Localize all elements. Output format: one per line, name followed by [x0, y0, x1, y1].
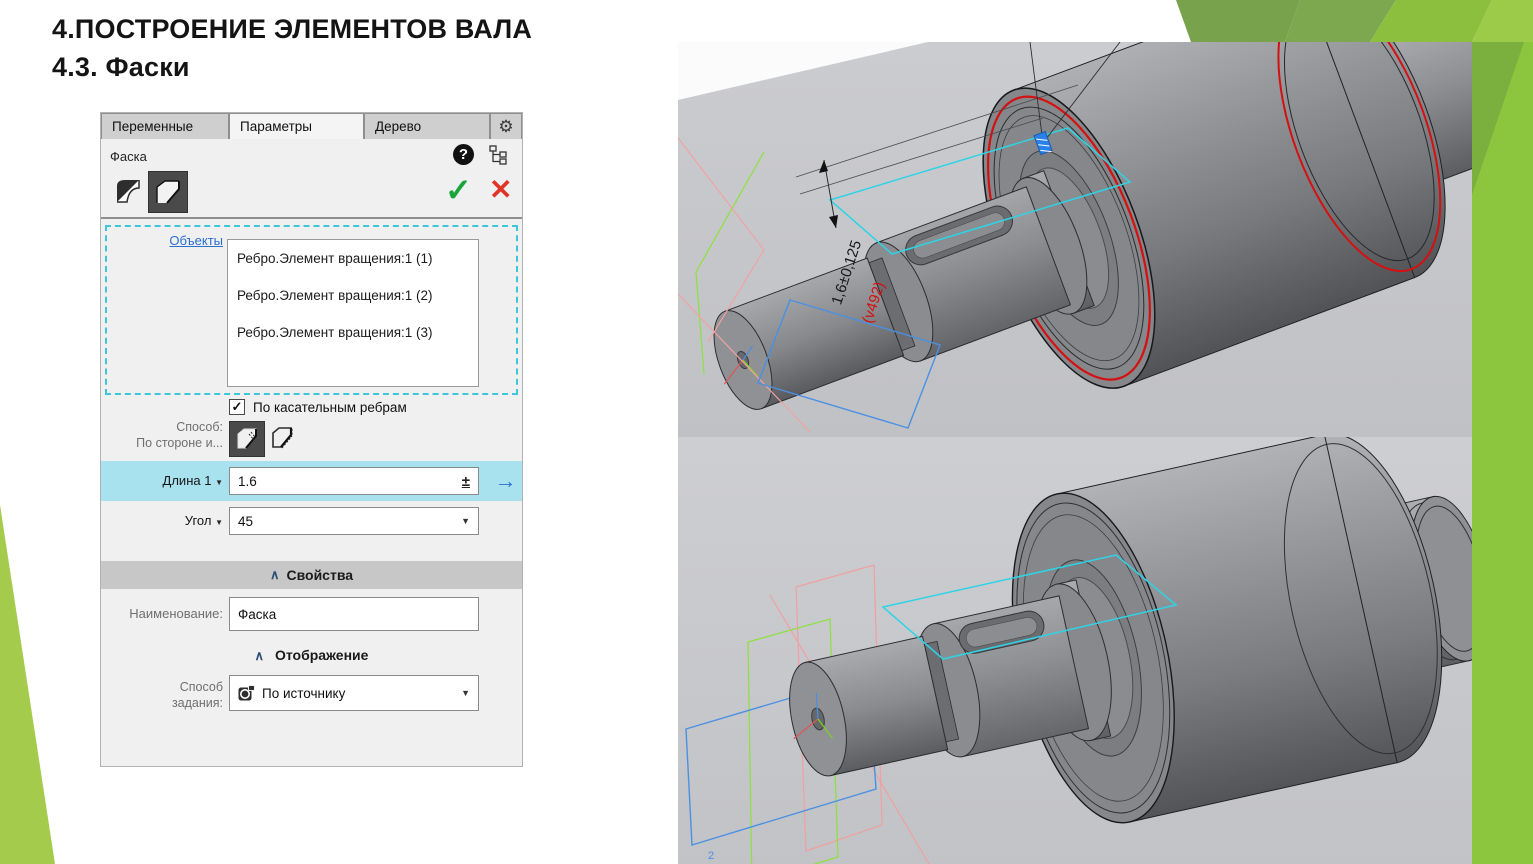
panel-tabbar: Переменные Параметры Дерево ⚙ [101, 113, 522, 139]
collapse-icon: ∧ [270, 567, 280, 583]
apply-button[interactable]: ✓ [445, 171, 472, 209]
angle-label[interactable]: Угол ▼ [101, 513, 223, 528]
tab-settings[interactable]: ⚙ [490, 113, 522, 139]
help-button[interactable]: ? [453, 144, 474, 165]
chamfer-flat-icon [153, 177, 183, 207]
method-side-length-button[interactable] [229, 421, 265, 457]
name-label: Наименование: [101, 606, 223, 621]
assign-method-label: Способ задания: [101, 679, 223, 711]
method-two-lengths-icon [269, 425, 295, 451]
method-side-length-icon [234, 426, 260, 452]
cancel-button[interactable]: ✕ [489, 173, 512, 206]
objects-link[interactable]: Объекты [119, 233, 223, 248]
method-label: Способ: По стороне и... [101, 419, 223, 451]
chamfer-smooth-icon [113, 176, 143, 206]
title-line-1: 4.ПОСТРОЕНИЕ ЭЛЕМЕНТОВ ВАЛА [52, 10, 532, 48]
gear-icon: ⚙ [498, 117, 513, 137]
arrow-right-icon: → [495, 468, 517, 494]
length-label[interactable]: Длина 1 ▼ [101, 473, 223, 488]
operation-name: Фаска [110, 149, 147, 164]
assign-method-dropdown[interactable]: По источнику ▼ [229, 675, 479, 711]
list-item[interactable]: Ребро.Элемент вращения:1 (2) [228, 277, 478, 314]
chevron-down-icon: ▼ [461, 688, 470, 698]
viewport-3d-selected[interactable]: 1,6±0,125 (v492) [678, 42, 1472, 437]
tab-tree[interactable]: Дерево [364, 113, 490, 139]
structure-button[interactable] [489, 145, 509, 165]
chamfer-mode-flat-button[interactable] [148, 171, 188, 213]
plusminus-icon[interactable]: ± [462, 473, 470, 490]
check-icon: ✓ [445, 172, 472, 208]
chevron-down-icon: ▼ [461, 516, 470, 526]
viewport-3d-result[interactable]: 2 [678, 437, 1472, 864]
chamfer-mode-smooth-button[interactable] [109, 171, 147, 211]
checkbox-check-icon: ✓ [232, 399, 243, 414]
list-item[interactable]: Ребро.Элемент вращения:1 (1) [228, 240, 478, 277]
by-source-icon [238, 685, 255, 702]
list-item[interactable]: Ребро.Элемент вращения:1 (3) [228, 314, 478, 351]
chevron-down-icon: ▼ [215, 518, 223, 527]
tab-variables[interactable]: Переменные [101, 113, 229, 139]
collapse-icon: ∧ [255, 648, 265, 663]
name-input[interactable]: Фаска [229, 597, 479, 631]
parameters-panel: Переменные Параметры Дерево ⚙ Фаска ? [100, 112, 523, 767]
panel-divider [101, 217, 522, 219]
method-two-lengths-button[interactable] [267, 423, 297, 453]
plane-label: 2 [708, 850, 714, 862]
chevron-down-icon: ▼ [215, 478, 223, 487]
properties-section-header[interactable]: ∧ Свойства [101, 561, 522, 589]
tree-icon [489, 145, 509, 165]
tangent-edges-row: ✓ По касательным ребрам [229, 399, 407, 415]
objects-listbox[interactable]: Ребро.Элемент вращения:1 (1) Ребро.Элеме… [227, 239, 479, 387]
display-section-header[interactable]: ∧ Отображение [101, 647, 522, 664]
tangent-edges-checkbox[interactable]: ✓ [229, 399, 245, 415]
tab-parameters[interactable]: Параметры [229, 113, 364, 139]
length-input[interactable]: 1.6 ± [229, 467, 479, 495]
close-icon: ✕ [489, 174, 512, 205]
slide-title: 4.ПОСТРОЕНИЕ ЭЛЕМЕНТОВ ВАЛА 4.3. Фаски [52, 10, 532, 86]
title-line-2: 4.3. Фаски [52, 48, 532, 86]
slide: 4.ПОСТРОЕНИЕ ЭЛЕМЕНТОВ ВАЛА 4.3. Фаски П… [0, 0, 1533, 864]
tangent-edges-label: По касательным ребрам [253, 400, 407, 415]
angle-dropdown[interactable]: 45 ▼ [229, 507, 479, 535]
help-icon: ? [459, 146, 468, 163]
next-step-button[interactable]: → [489, 461, 522, 501]
